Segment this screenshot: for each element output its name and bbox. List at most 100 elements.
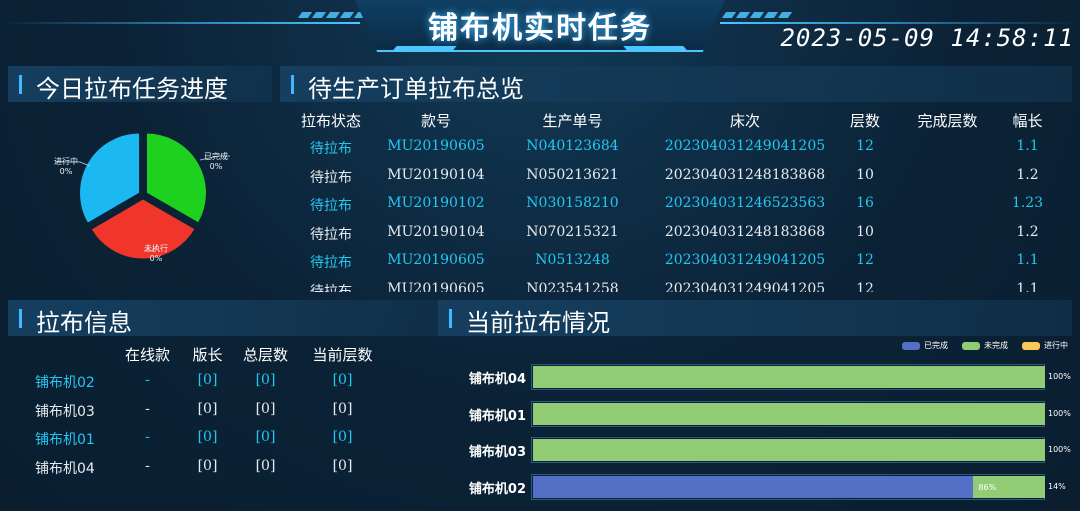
bar-track [531,437,1045,463]
bar-row: 铺布机02 86% 14% [440,473,1080,500]
progress-pie-chart: 已完成 0% 未执行 0% 进行中 0% [40,118,260,278]
bar-row: 铺布机04 100% [440,364,1080,390]
section-header-info: 拉布信息 [8,300,440,337]
table-cell: 202304031246523563 [664,195,826,211]
bar-category-label: 铺布机02 [468,481,526,497]
table-cell: 12 [856,138,874,154]
column-header: 拉布状态 [300,112,361,130]
table-cell: N040123684 [526,138,619,154]
table-row[interactable]: 待拉布 MU20190605 N0513248 202304031249041205 1… [285,248,1070,276]
table-cell: 1.2 [1016,166,1039,183]
machine-name: 铺布机02 [35,375,95,391]
table-cell: 1.1 [1016,252,1039,268]
table-cell: 待拉布 [310,198,352,214]
table-cell: 待拉布 [310,226,352,243]
bar-track: 86% [531,473,1045,500]
machine-name: 铺布机01 [35,432,95,448]
table-cell: - [145,372,150,388]
table-row[interactable]: 待拉布 MU20190605 N023541258 20230403124904120… [285,277,1070,293]
table-cell: [0] [255,457,276,474]
section-marker [19,309,22,328]
table-cell: N070215321 [526,223,619,240]
table-cell: N0513248 [535,252,610,268]
current-progress-bar-chart: 铺布机04 100% 铺布机01 100% 铺布机03 100% 铺布机02 86% 14% [440,336,1080,506]
bar-segment-not-done[interactable] [533,439,1045,461]
table-cell: - [145,429,150,445]
bar-end-label: 100% [1048,408,1071,418]
table-cell: [0] [332,400,353,417]
bar-end-label: 100% [1048,372,1071,381]
table-cell: N023541258 [526,280,619,293]
page-title: 铺布机实时任务 [428,11,652,46]
bar-track [531,364,1045,390]
table-row[interactable]: 铺布机04 - [0] [0] [0] [20,454,440,482]
table-cell: 202304031249041205 [664,138,826,154]
table-cell: 12 [856,252,874,268]
column-header: 生产单号 [542,112,603,130]
column-header: 总层数 [242,346,288,364]
table-cell: 12 [856,280,874,293]
table-cell: 待拉布 [310,169,352,186]
datetime-display: 2023-05-09 14:58:11 [780,24,1074,52]
column-header: 当前层数 [312,346,373,364]
table-row[interactable]: 待拉布 MU20190104 N050213621 20230403124818386… [285,163,1070,191]
table-cell: [0] [197,457,218,474]
section-title-current: 当前拉布情况 [466,309,610,337]
table-row[interactable]: 铺布机03 - [0] [0] [0] [20,397,440,425]
column-header: 在线款 [124,346,170,364]
bar-track [531,400,1045,427]
table-cell: [0] [332,429,353,445]
column-header: 幅长 [1012,112,1043,130]
table-cell: [0] [197,372,218,388]
bar-category-label: 铺布机03 [468,445,526,460]
table-row[interactable]: 待拉布 MU20190102 N030158210 20230403124652356… [285,191,1070,219]
bar-segment-done[interactable] [533,475,974,498]
table-cell: 待拉布 [310,255,352,271]
table-row[interactable]: 待拉布 MU20190104 N070215321 20230403124818386… [285,220,1070,248]
section-marker [19,75,22,94]
pie-label-done-pct: 0% [209,162,223,171]
table-cell: 待拉布 [310,141,352,157]
table-cell: - [145,457,150,474]
table-cell: 1.1 [1016,280,1039,293]
column-header: 完成层数 [917,112,978,130]
table-cell: 10 [856,223,874,240]
bar-category-label: 铺布机04 [468,372,526,387]
table-cell: [0] [255,429,276,445]
section-title-orders: 待生产订单拉布总览 [308,75,524,103]
bar-segment-not-done[interactable] [533,402,1045,425]
table-cell: 202304031248183868 [664,166,826,183]
bar-end-label: 100% [1048,445,1071,454]
page-header: 铺布机实时任务 2023-05-09 14:58:11 [0,0,1080,58]
section-marker [449,309,452,328]
table-cell: 202304031249041205 [664,280,826,293]
table-cell: [0] [255,372,276,388]
table-row[interactable]: 铺布机02 - [0] [0] [0] [20,368,440,396]
table-cell: 1.1 [1016,138,1039,154]
bar-end-label: 14% [1048,481,1066,491]
table-cell: 16 [856,195,874,211]
table-cell: MU20190605 [387,280,485,293]
table-cell: N030158210 [526,195,619,211]
bar-segment-not-done[interactable] [533,366,1045,388]
column-header: 层数 [849,112,880,130]
table-row[interactable]: 铺布机01 - [0] [0] [0] [20,425,440,453]
table-row[interactable]: 待拉布 MU20190605 N040123684 20230403124904120… [285,134,1070,162]
header-line-left [0,22,360,24]
table-cell: N050213621 [526,166,619,183]
table-cell: [0] [197,400,218,417]
info-table-header: 在线款 版长 总层数 当前层数 [20,340,440,368]
section-title-info: 拉布信息 [36,309,132,337]
orders-table: 拉布状态 款号 生产单号 床次 层数 完成层数 幅长 待拉布 MU20190605… [285,106,1070,292]
bar-row: 铺布机03 100% [440,437,1080,463]
table-cell: [0] [332,457,353,474]
column-header: 版长 [192,346,223,364]
table-cell: 1.2 [1016,223,1039,240]
table-cell: [0] [197,429,218,445]
table-cell: MU20190605 [387,252,485,268]
bar-category-label: 铺布机01 [468,408,526,424]
header-stripes-right [721,12,793,22]
bar-segment-label: 86% [978,482,997,492]
column-header: 款号 [420,112,451,130]
section-header-progress: 今日拉布任务进度 [8,66,272,103]
